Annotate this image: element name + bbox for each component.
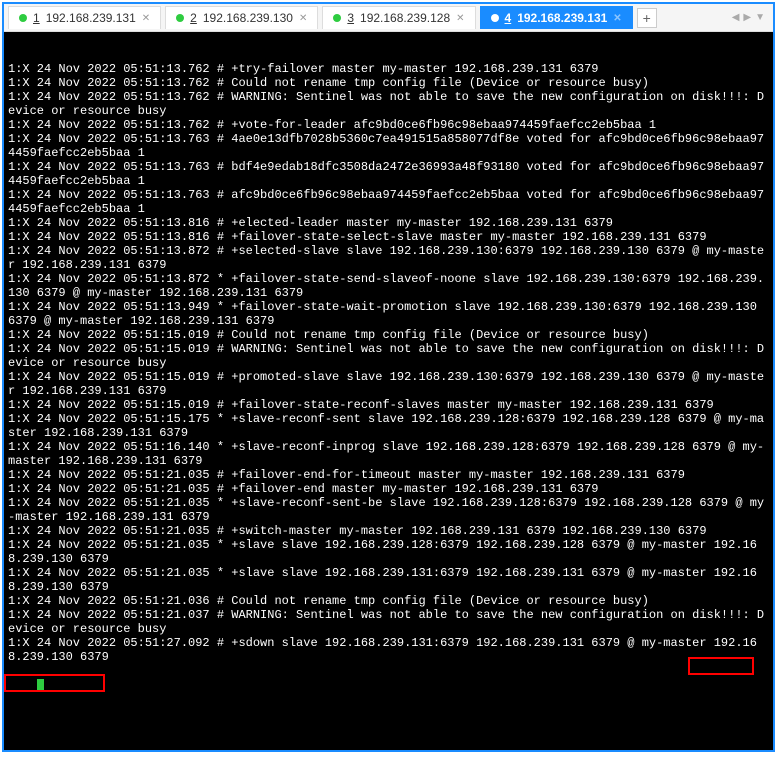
terminal-line: 1:X 24 Nov 2022 05:51:21.036 # Could not… [8,594,769,608]
terminal-line: 1:X 24 Nov 2022 05:51:13.816 # +failover… [8,230,769,244]
terminal-line: 1:X 24 Nov 2022 05:51:13.763 # bdf4e9eda… [8,160,769,188]
add-tab-button[interactable]: + [637,8,657,28]
terminal-line: 1:X 24 Nov 2022 05:51:21.035 * +slave sl… [8,566,769,594]
tab-list-icon[interactable]: ▼ [755,12,765,23]
tab-4[interactable]: 4 192.168.239.131 ✕ [480,6,633,29]
terminal-line: 1:X 24 Nov 2022 05:51:16.140 * +slave-re… [8,440,769,468]
app-frame: 1 192.168.239.131 ✕ 2 192.168.239.130 ✕ … [2,2,775,752]
tab-3[interactable]: 3 192.168.239.128 ✕ [322,6,475,29]
close-icon[interactable]: ✕ [456,13,464,24]
tab-label: 192.168.239.130 [203,11,293,25]
terminal-line: 1:X 24 Nov 2022 05:51:13.816 # +elected-… [8,216,769,230]
tab-bar: 1 192.168.239.131 ✕ 2 192.168.239.130 ✕ … [4,4,773,32]
terminal-line: 1:X 24 Nov 2022 05:51:13.949 * +failover… [8,300,769,328]
tab-label: 192.168.239.128 [360,11,450,25]
status-dot-icon [176,14,184,22]
terminal-line: 1:X 24 Nov 2022 05:51:21.037 # WARNING: … [8,608,769,636]
terminal-line: 1:X 24 Nov 2022 05:51:15.175 * +slave-re… [8,412,769,440]
terminal-output[interactable]: 1:X 24 Nov 2022 05:51:13.762 # +try-fail… [4,32,773,750]
terminal-line: 1:X 24 Nov 2022 05:51:15.019 # WARNING: … [8,342,769,370]
terminal-line: 1:X 24 Nov 2022 05:51:21.035 # +switch-m… [8,524,769,538]
tab-number: 3 [347,11,354,25]
tab-1[interactable]: 1 192.168.239.131 ✕ [8,6,161,29]
tab-nav: ◀ ▶ ▼ [732,12,769,23]
status-dot-icon [491,14,499,22]
terminal-line: 1:X 24 Nov 2022 05:51:13.763 # afc9bd0ce… [8,188,769,216]
prev-tab-icon[interactable]: ◀ [732,12,740,23]
terminal-line: 1:X 24 Nov 2022 05:51:15.019 # +failover… [8,398,769,412]
terminal-line: 1:X 24 Nov 2022 05:51:21.035 * +slave sl… [8,538,769,566]
terminal-line: 1:X 24 Nov 2022 05:51:13.872 # +selected… [8,244,769,272]
tab-number: 4 [505,11,512,25]
status-dot-icon [333,14,341,22]
close-icon[interactable]: ✕ [142,13,150,24]
terminal-line: 1:X 24 Nov 2022 05:51:21.035 # +failover… [8,482,769,496]
tab-number: 1 [33,11,40,25]
terminal-line: 1:X 24 Nov 2022 05:51:21.035 * +slave-re… [8,496,769,524]
terminal-line: 1:X 24 Nov 2022 05:51:13.763 # 4ae0e13df… [8,132,769,160]
terminal-line: 1:X 24 Nov 2022 05:51:15.019 # Could not… [8,328,769,342]
tab-label: 192.168.239.131 [517,11,607,25]
terminal-line: 1:X 24 Nov 2022 05:51:13.762 # +try-fail… [8,62,769,76]
tab-label: 192.168.239.131 [46,11,136,25]
terminal-line: 1:X 24 Nov 2022 05:51:13.872 * +failover… [8,272,769,300]
close-icon[interactable]: ✕ [299,13,307,24]
close-icon[interactable]: ✕ [613,13,621,24]
highlight-box [4,674,105,692]
terminal-line: 1:X 24 Nov 2022 05:51:13.762 # +vote-for… [8,118,769,132]
next-tab-icon[interactable]: ▶ [743,12,751,23]
terminal-cursor [37,679,44,692]
terminal-line: 1:X 24 Nov 2022 05:51:13.762 # WARNING: … [8,90,769,118]
terminal-line: 1:X 24 Nov 2022 05:51:15.019 # +promoted… [8,370,769,398]
terminal-line: 1:X 24 Nov 2022 05:51:21.035 # +failover… [8,468,769,482]
status-dot-icon [19,14,27,22]
terminal-line: 1:X 24 Nov 2022 05:51:13.762 # Could not… [8,76,769,90]
terminal-line: 1:X 24 Nov 2022 05:51:27.092 # +sdown sl… [8,636,769,664]
tab-2[interactable]: 2 192.168.239.130 ✕ [165,6,318,29]
tab-number: 2 [190,11,197,25]
terminal-content: 1:X 24 Nov 2022 05:51:13.762 # +try-fail… [8,62,769,664]
